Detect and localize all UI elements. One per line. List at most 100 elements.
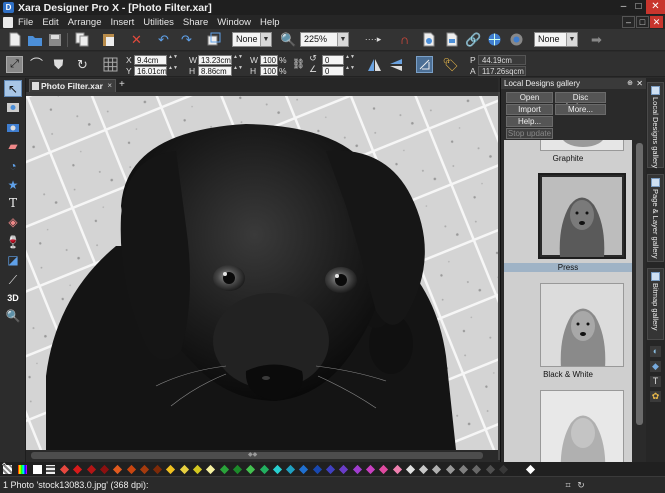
- width-percent-input[interactable]: 100: [260, 55, 278, 65]
- transform-icon[interactable]: [205, 31, 222, 48]
- document-menu-icon[interactable]: [3, 16, 13, 28]
- drawing-canvas[interactable]: [26, 96, 498, 450]
- gallery-close-icon[interactable]: ✕: [636, 78, 643, 89]
- white-swatch[interactable]: [33, 465, 42, 474]
- export-icon[interactable]: [443, 31, 460, 48]
- y-spinner[interactable]: ▲▼: [168, 66, 178, 76]
- star-tool-icon[interactable]: ★: [4, 177, 22, 194]
- rotation-input[interactable]: 0: [322, 55, 344, 65]
- camera-tool-icon[interactable]: [4, 120, 22, 137]
- font-gallery-icon[interactable]: T: [650, 376, 661, 387]
- arrow-right-icon[interactable]: ➡: [588, 31, 605, 48]
- fill-gallery-icon[interactable]: ◆: [650, 361, 661, 372]
- black-white-thumbnail[interactable]: [540, 283, 624, 367]
- undo-icon[interactable]: ↶: [155, 31, 172, 48]
- doc-close-button[interactable]: ✕: [650, 16, 663, 28]
- menu-file[interactable]: File: [17, 17, 38, 28]
- help-button[interactable]: Help...: [506, 116, 553, 127]
- disc-designs-button[interactable]: Disc designs...: [555, 92, 606, 111]
- preview-icon[interactable]: [508, 31, 525, 48]
- web-icon[interactable]: [486, 31, 503, 48]
- menu-help[interactable]: Help: [256, 17, 285, 28]
- selection-tool-icon[interactable]: ⤢: [6, 56, 23, 73]
- magnet-icon[interactable]: ∩: [396, 31, 413, 48]
- transparency-tool-icon[interactable]: 🍷: [4, 234, 22, 251]
- gallery-list[interactable]: Graphite Press Black & White: [504, 140, 632, 462]
- shadow-tool-icon[interactable]: ◪: [4, 252, 22, 269]
- grid-icon[interactable]: [102, 56, 119, 73]
- more-button[interactable]: More...: [555, 104, 606, 115]
- import-icon[interactable]: [420, 31, 437, 48]
- w-spinner[interactable]: ▲▼: [233, 55, 243, 65]
- tab-close-icon[interactable]: ×: [107, 80, 112, 92]
- new-document-icon[interactable]: [6, 31, 23, 48]
- delete-icon[interactable]: ✕: [128, 31, 145, 48]
- menu-window[interactable]: Window: [213, 17, 256, 28]
- close-button[interactable]: ✕: [646, 0, 665, 14]
- maximize-button[interactable]: □: [631, 0, 646, 14]
- x-spinner[interactable]: ▲▼: [168, 55, 178, 65]
- import-button[interactable]: Import: [506, 104, 553, 115]
- graphite-thumbnail[interactable]: [540, 140, 624, 151]
- save-icon[interactable]: [46, 31, 63, 48]
- y-position-input[interactable]: 16.01cm: [134, 66, 167, 76]
- skew-input[interactable]: 0: [322, 66, 344, 76]
- document-tab[interactable]: Photo Filter.xar ×: [29, 79, 116, 92]
- line-width-icon[interactable]: ····▸: [360, 31, 386, 48]
- tag-icon[interactable]: 🏷: [442, 56, 459, 73]
- clipart-gallery-icon[interactable]: ✿: [650, 391, 661, 402]
- gallery-scrollbar-thumb[interactable]: [636, 143, 643, 425]
- press-thumbnail[interactable]: [538, 173, 626, 259]
- flip-horizontal-icon[interactable]: [366, 56, 383, 73]
- color-picker-icon[interactable]: [18, 465, 27, 474]
- copy-icon[interactable]: [74, 31, 91, 48]
- refresh-icon[interactable]: ↻: [575, 479, 587, 491]
- link-icon[interactable]: 🔗: [465, 31, 482, 48]
- width-input[interactable]: 13.23cm: [198, 55, 232, 65]
- lock-aspect-icon[interactable]: ⛓: [290, 56, 307, 73]
- paste-icon[interactable]: [100, 31, 117, 48]
- height-percent-input[interactable]: 100: [260, 66, 278, 76]
- rotate-icon[interactable]: ↻: [74, 56, 91, 73]
- redo-icon[interactable]: ↷: [178, 31, 195, 48]
- new-tab-button[interactable]: +: [119, 79, 125, 91]
- tab-page-layer-gallery[interactable]: Page & Layer gallery: [647, 174, 664, 262]
- height-input[interactable]: 8.86cm: [198, 66, 232, 76]
- gallery-item-label[interactable]: Press: [504, 263, 632, 272]
- h-spinner[interactable]: ▲▼: [233, 66, 243, 76]
- pin-icon[interactable]: ⊕: [627, 78, 633, 89]
- dog-photo[interactable]: [26, 96, 498, 450]
- doc-minimize-button[interactable]: –: [622, 16, 635, 28]
- open-button[interactable]: Open: [506, 92, 553, 103]
- tab-bitmap-gallery[interactable]: Bitmap gallery: [647, 268, 664, 340]
- selector-tool-icon[interactable]: ↖: [4, 80, 22, 97]
- pattern-swatch[interactable]: [46, 465, 55, 474]
- gallery-item-label[interactable]: Graphite: [504, 154, 632, 163]
- menu-arrange[interactable]: Arrange: [63, 17, 106, 28]
- minimize-button[interactable]: –: [616, 0, 631, 14]
- no-color-swatch[interactable]: [3, 465, 12, 474]
- shape-tool-icon[interactable]: ◔: [4, 158, 22, 175]
- zoom-icon[interactable]: 🔍: [280, 31, 297, 48]
- gallery-item-label[interactable]: Black & White: [504, 370, 632, 379]
- next-thumbnail[interactable]: [540, 390, 624, 462]
- text-tool-icon[interactable]: T: [4, 195, 22, 212]
- zoom-tool-icon[interactable]: 🔍: [4, 308, 22, 325]
- horizontal-scrollbar[interactable]: ◆◆: [26, 451, 498, 460]
- scale-lines-icon[interactable]: [416, 56, 433, 73]
- fill-tool-icon[interactable]: ◈: [4, 214, 22, 231]
- curve-icon[interactable]: ⌒: [28, 56, 45, 73]
- rotation-spinner[interactable]: ▲▼: [345, 55, 355, 65]
- open-folder-icon[interactable]: [26, 31, 43, 48]
- skew-spinner[interactable]: ▲▼: [345, 66, 355, 76]
- blend-tool-icon[interactable]: ⟋: [4, 272, 22, 289]
- tab-local-designs-gallery[interactable]: Local Designs gallery: [647, 82, 664, 168]
- doc-restore-button[interactable]: □: [636, 16, 649, 28]
- color-gallery-icon[interactable]: ◐: [650, 346, 661, 357]
- x-position-input[interactable]: 9.4cm: [134, 55, 167, 65]
- fill-dropdown[interactable]: None ▼: [534, 32, 578, 47]
- fill-bucket-icon[interactable]: ⛊: [50, 56, 67, 73]
- eraser-tool-icon[interactable]: ▰: [4, 138, 22, 155]
- flip-vertical-icon[interactable]: [388, 56, 405, 73]
- photo-tool-icon[interactable]: [4, 100, 22, 117]
